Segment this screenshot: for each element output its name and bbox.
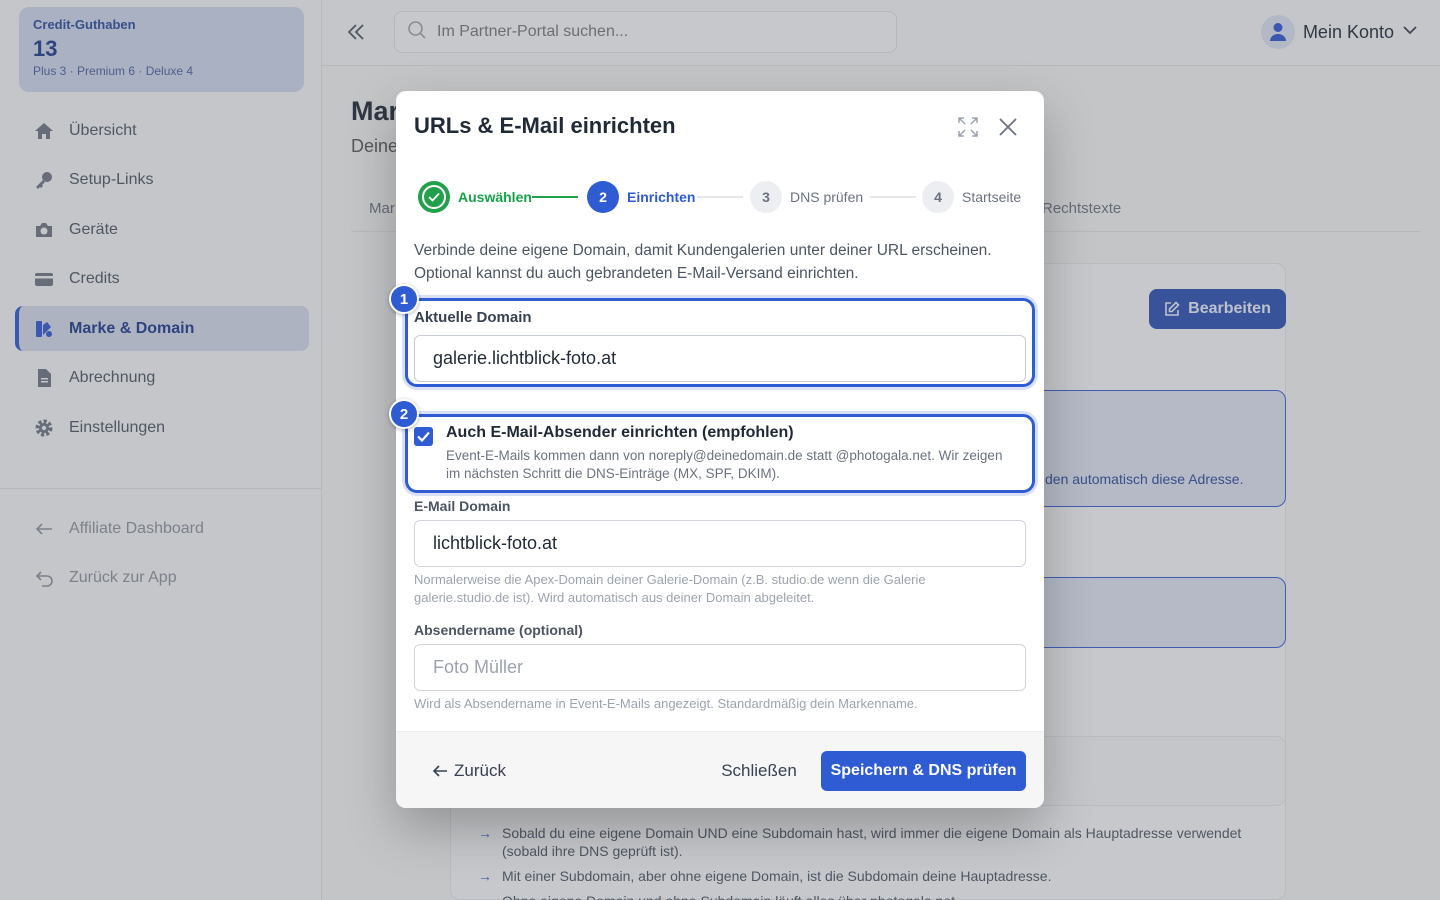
step-label: Startseite (962, 189, 1022, 205)
step-auswaehlen[interactable]: Auswählen (418, 180, 532, 214)
step-label: Auswählen (458, 189, 532, 205)
arrow-left-icon (432, 763, 448, 779)
setup-dialog: URLs & E-Mail einrichten Auswählen 2 Ein… (389, 91, 1044, 808)
expand-icon[interactable] (956, 115, 980, 139)
sender-name-help: Wird als Absendername in Event-E-Mails a… (414, 696, 918, 711)
step-circle: 4 (922, 181, 954, 213)
email-domain-help: Normalerweise die Apex-Domain deiner Gal… (414, 572, 926, 605)
email-domain-label: E-Mail Domain (414, 498, 511, 514)
step-badge-1: 1 (389, 284, 419, 314)
sender-name-input[interactable] (414, 644, 1026, 691)
step-circle: 2 (587, 181, 619, 213)
dialog-title: URLs & E-Mail einrichten (414, 113, 676, 138)
step-einrichten[interactable]: 2 Einrichten (587, 180, 695, 214)
close-button[interactable]: Schließen (712, 751, 806, 791)
step-circle (418, 181, 450, 213)
stepper: Auswählen 2 Einrichten 3 DNS prüfen 4 St… (418, 180, 1028, 214)
email-domain-input[interactable] (414, 520, 1026, 567)
close-icon[interactable] (996, 115, 1020, 139)
highlight-email-option (405, 414, 1035, 493)
back-button-label: Zurück (454, 761, 506, 780)
step-badge-2: 2 (389, 399, 419, 429)
step-startseite[interactable]: 4 Startseite (922, 180, 1021, 214)
sender-name-label: Absendername (optional) (414, 622, 583, 638)
highlight-domain (405, 298, 1035, 387)
dialog-footer: Zurück Schließen Speichern & DNS prüfen (396, 731, 1044, 808)
step-dns-pruefen[interactable]: 3 DNS prüfen (750, 180, 863, 214)
dialog-intro: Verbinde deine eigene Domain, damit Kund… (414, 242, 992, 282)
step-circle: 3 (750, 181, 782, 213)
step-connector (697, 196, 743, 198)
check-icon (422, 185, 446, 209)
step-connector (532, 196, 578, 198)
save-and-check-dns-button[interactable]: Speichern & DNS prüfen (821, 751, 1026, 791)
step-label: DNS prüfen (790, 189, 864, 205)
step-connector (870, 196, 916, 198)
step-label: Einrichten (627, 189, 696, 205)
back-button[interactable]: Zurück (432, 751, 506, 791)
